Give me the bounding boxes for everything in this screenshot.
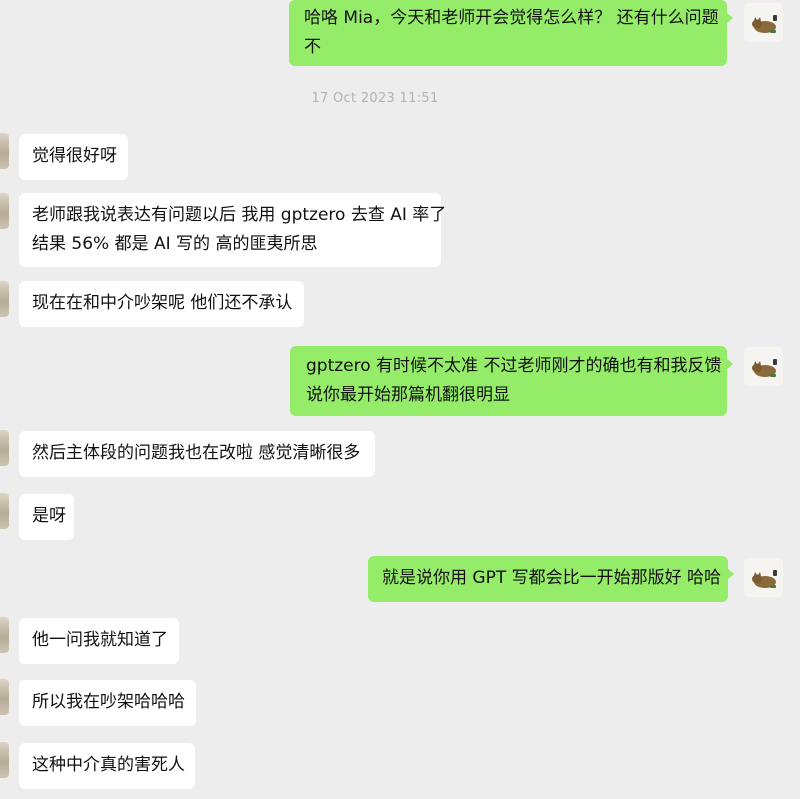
message-line: 说你最开始那篇机翻很明显	[306, 385, 510, 405]
message-bubble-incoming[interactable]: 他一问我就知道了	[19, 618, 179, 664]
contact-avatar-icon[interactable]	[0, 742, 9, 778]
my-avatar-icon[interactable]	[744, 558, 783, 597]
message-bubble-incoming[interactable]: 现在在和中介吵架呢 他们还不承认	[19, 281, 304, 327]
contact-avatar-icon[interactable]	[0, 430, 9, 466]
message-bubble-incoming[interactable]: 这种中介真的害死人	[19, 743, 195, 789]
message-line: gptzero 有时候不太准 不过老师刚才的确也有和我反馈	[306, 356, 722, 376]
message-line: 他一问我就知道了	[32, 630, 168, 650]
message-line: 现在在和中介吵架呢 他们还不承认	[32, 293, 293, 313]
message-line: 觉得很好呀	[32, 146, 117, 166]
message-line: 哈咯 Mia，今天和老师开会觉得怎么样？ 还有什么问题	[304, 8, 719, 28]
message-bubble-incoming[interactable]: 然后主体段的问题我也在改啦 感觉清晰很多	[19, 431, 375, 477]
my-avatar-icon[interactable]	[744, 347, 783, 386]
contact-avatar-icon[interactable]	[0, 679, 9, 715]
message-bubble-incoming[interactable]: 觉得很好呀	[19, 134, 128, 180]
timestamp: 17 Oct 2023 11:51	[311, 91, 439, 106]
contact-avatar-icon[interactable]	[0, 493, 9, 529]
message-bubble-incoming[interactable]: 老师跟我说表达有问题以后 我用 gptzero 去查 AI 率了 结果 56% …	[19, 193, 447, 267]
message-line: 是呀	[32, 506, 66, 526]
message-line: 然后主体段的问题我也在改啦 感觉清晰很多	[32, 443, 361, 463]
my-avatar-icon[interactable]	[744, 3, 783, 42]
contact-avatar-icon[interactable]	[0, 617, 9, 653]
message-bubble-outgoing[interactable]: 就是说你用 GPT 写都会比一开始那版好 哈哈	[368, 556, 734, 602]
message-bubble-incoming[interactable]: 所以我在吵架哈哈哈	[19, 680, 196, 726]
message-line: 不	[304, 37, 321, 57]
message-bubble-incoming[interactable]: 是呀	[19, 494, 74, 540]
message-bubble-outgoing[interactable]: gptzero 有时候不太准 不过老师刚才的确也有和我反馈 说你最开始那篇机翻很…	[290, 346, 733, 416]
message-line: 结果 56% 都是 AI 写的 高的匪夷所思	[32, 234, 318, 254]
message-bubble-outgoing[interactable]: 哈咯 Mia，今天和老师开会觉得怎么样？ 还有什么问题 不	[289, 0, 733, 66]
contact-avatar-icon[interactable]	[0, 193, 9, 229]
contact-avatar-icon[interactable]	[0, 133, 9, 169]
message-line: 所以我在吵架哈哈哈	[32, 692, 185, 712]
message-line: 就是说你用 GPT 写都会比一开始那版好 哈哈	[382, 568, 722, 588]
message-line: 老师跟我说表达有问题以后 我用 gptzero 去查 AI 率了	[32, 205, 447, 225]
contact-avatar-icon[interactable]	[0, 281, 9, 317]
message-line: 这种中介真的害死人	[32, 755, 185, 775]
chat-window[interactable]: 哈咯 Mia，今天和老师开会觉得怎么样？ 还有什么问题 不 17 Oct 202…	[0, 0, 800, 799]
